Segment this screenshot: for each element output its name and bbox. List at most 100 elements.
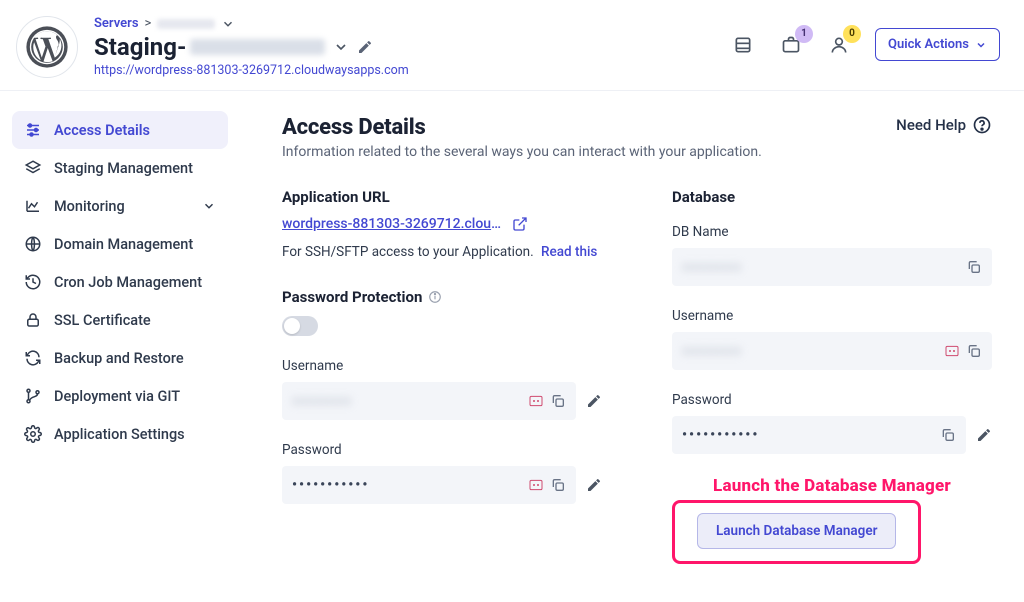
read-this-link[interactable]: Read this [541,244,597,260]
db-username-label: Username [672,308,992,324]
application-url-heading: Application URL [282,188,602,206]
sidebar-item-label: Cron Job Management [54,274,202,291]
sidebar-item-ssl-certificate[interactable]: SSL Certificate [12,301,228,339]
history-icon [24,273,42,291]
launch-db-callout: Launch the Database Manager [672,476,992,496]
db-password-value: ••••••••••• [682,427,934,443]
sidebar-item-label: Backup and Restore [54,350,184,367]
header-title-strip: Servers > Staging- https://wordpress-881… [94,16,715,78]
lock-icon [24,311,42,329]
app-url-link[interactable]: https://wordpress-881303-3269712.cloudwa… [94,63,715,78]
sidebar-item-staging-management[interactable]: Staging Management [12,149,228,187]
launch-db-highlight-frame: Launch Database Manager [672,500,921,564]
copy-icon [550,477,566,493]
sidebar-nav: Access Details Staging Management Monito… [0,91,240,564]
breadcrumb-sep: > [145,16,152,31]
ssh-caption: For SSH/SFTP access to your Application.… [282,244,602,260]
header-actions: 1 0 Quick Actions [731,28,1000,61]
lastpass-icon[interactable] [944,343,960,359]
sidebar-item-label: Staging Management [54,160,193,177]
rename-app-button[interactable] [357,39,373,55]
wordpress-icon [25,25,69,69]
page-title: Access Details [282,115,426,140]
sidebar-item-label: SSL Certificate [54,312,151,329]
need-help-button[interactable]: Need Help [896,115,992,135]
database-column: Database DB Name xxxxxxxx Username xxxxx… [672,188,992,564]
breadcrumb: Servers > [94,16,715,31]
breadcrumb-dropdown-chevron-icon[interactable] [221,17,235,31]
chevron-down-icon [202,199,216,213]
password-protection-heading: Password Protection [282,288,602,306]
sidebar-item-label: Application Settings [54,426,185,443]
sidebar-item-deployment-git[interactable]: Deployment via GIT [12,377,228,415]
sidebar-item-monitoring[interactable]: Monitoring [12,187,228,225]
dbname-label: DB Name [672,224,992,240]
help-circle-icon [972,115,992,135]
sliders-icon [24,121,42,139]
main-panel: Access Details Need Help Information rel… [240,91,1024,564]
user-badge: 0 [843,25,861,43]
sidebar-item-label: Domain Management [54,236,193,253]
globe-icon [24,235,42,253]
db-password-field: ••••••••••• [672,416,966,454]
chevron-down-icon [975,39,987,51]
sidebar-item-cron-job-management[interactable]: Cron Job Management [12,263,228,301]
app-title-prefix: Staging- [94,33,186,61]
server-view-icon[interactable] [731,33,755,57]
gear-icon [24,425,42,443]
quick-actions-button[interactable]: Quick Actions [875,28,1000,61]
pp-password-value: ••••••••••• [292,477,522,493]
sidebar-item-label: Deployment via GIT [54,388,180,405]
projects-icon[interactable]: 1 [779,33,803,57]
copy-username-button[interactable] [550,393,566,409]
app-title-suffix-redacted [190,39,325,55]
copy-db-password-button[interactable] [940,427,956,443]
launch-database-manager-button[interactable]: Launch Database Manager [697,513,896,549]
layers-icon [24,159,42,177]
db-password-label: Password [672,392,992,408]
pp-username-value-redacted: xxxxxxxx [292,393,522,409]
refresh-icon [24,349,42,367]
dbname-field: xxxxxxxx [672,248,992,286]
page-subtitle: Information related to the several ways … [282,144,992,160]
edit-password-button[interactable] [586,477,602,493]
quick-actions-label: Quick Actions [888,37,969,52]
app-title-dropdown-chevron-icon[interactable] [333,39,349,55]
database-heading: Database [672,188,992,206]
copy-db-username-button[interactable] [966,343,982,359]
sidebar-item-domain-management[interactable]: Domain Management [12,225,228,263]
git-branch-icon [24,387,42,405]
lastpass-icon[interactable] [528,393,544,409]
pp-password-field: ••••••••••• [282,466,576,504]
edit-db-password-button[interactable] [976,427,992,443]
need-help-label: Need Help [896,116,966,134]
edit-username-button[interactable] [586,393,602,409]
sidebar-item-backup-restore[interactable]: Backup and Restore [12,339,228,377]
sidebar-item-label: Access Details [54,122,150,139]
pp-username-label: Username [282,358,602,374]
copy-icon [550,393,566,409]
sidebar-item-label: Monitoring [54,198,125,215]
app-title: Staging- [94,33,325,61]
copy-icon [940,427,956,443]
external-link-icon [512,216,528,232]
lastpass-icon[interactable] [528,477,544,493]
chart-icon [24,197,42,215]
copy-dbname-button[interactable] [966,259,982,275]
db-username-value-redacted: xxxxxxxx [682,343,938,359]
copy-password-button[interactable] [550,477,566,493]
password-protection-toggle[interactable] [282,316,318,336]
breadcrumb-servers-link[interactable]: Servers [94,16,139,31]
copy-icon [966,259,982,275]
application-url-column: Application URL wordpress-881303-3269712… [282,188,602,564]
sidebar-item-application-settings[interactable]: Application Settings [12,415,228,453]
pp-username-field: xxxxxxxx [282,382,576,420]
application-url-link[interactable]: wordpress-881303-3269712.cloudwa… [282,216,502,232]
app-logo [16,16,78,78]
sidebar-item-access-details[interactable]: Access Details [12,111,228,149]
info-circle-icon[interactable] [428,290,442,304]
pp-password-label: Password [282,442,602,458]
user-icon[interactable]: 0 [827,33,851,57]
db-username-field: xxxxxxxx [672,332,992,370]
open-url-button[interactable] [512,216,528,232]
